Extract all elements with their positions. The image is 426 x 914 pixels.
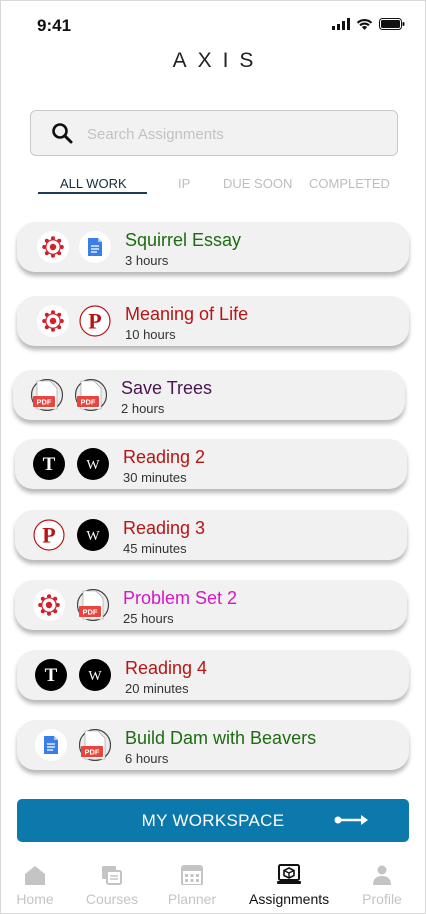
profile-icon xyxy=(373,865,391,885)
my-workspace-button[interactable]: MY WORKSPACE xyxy=(17,799,409,842)
assignment-duration: 10 hours xyxy=(125,327,176,342)
nyt-icon: T xyxy=(35,659,67,691)
nav-label-courses: Courses xyxy=(85,891,139,907)
app-brand: AXIS xyxy=(172,49,265,72)
svg-text:T: T xyxy=(43,454,56,475)
search-input[interactable] xyxy=(85,121,379,147)
assignment-card[interactable]: T W Reading 4 20 minutes xyxy=(17,650,409,700)
pdf-icon: PDF xyxy=(31,379,63,411)
tab-all-work[interactable]: ALL WORK xyxy=(60,176,127,191)
status-icons xyxy=(332,18,405,30)
search-icon xyxy=(52,123,73,144)
nav-item-home[interactable]: Home xyxy=(1,859,75,907)
svg-text:PDF: PDF xyxy=(83,608,98,617)
nyt-icon: T xyxy=(33,448,65,480)
svg-text:W: W xyxy=(86,458,100,473)
canvas-icon xyxy=(37,305,69,337)
assignment-duration: 30 minutes xyxy=(123,470,187,485)
wifi-icon xyxy=(356,18,373,30)
svg-text:P: P xyxy=(42,523,55,548)
assignment-duration: 6 hours xyxy=(125,751,169,766)
pdf-icon: PDF xyxy=(79,729,111,761)
nav-label-home: Home xyxy=(16,891,54,907)
wikipedia-icon: W xyxy=(79,659,111,691)
assignment-duration: 20 minutes xyxy=(125,681,189,696)
wikipedia-icon: W xyxy=(77,448,109,480)
assignment-duration: 25 hours xyxy=(123,611,174,626)
assignment-title: Squirrel Essay xyxy=(125,230,242,250)
courses-icon xyxy=(102,866,122,885)
nav-label-assignments: Assignments xyxy=(249,891,330,907)
assignment-title: Meaning of Life xyxy=(125,304,249,324)
assignment-duration: 45 minutes xyxy=(123,541,187,556)
assignment-card[interactable]: PDF PDF Save Trees 2 hours xyxy=(13,370,405,420)
svg-text:W: W xyxy=(88,669,102,684)
assignment-title: Build Dam with Beavers xyxy=(125,728,317,748)
arrow-right-icon xyxy=(334,815,368,825)
assignment-card[interactable]: PDF Problem Set 2 25 hours xyxy=(15,580,407,630)
nav-item-assignments[interactable]: Assignments xyxy=(249,859,329,907)
canvas-icon xyxy=(33,589,65,621)
home-icon xyxy=(25,866,45,885)
canvas-icon xyxy=(37,231,69,263)
search-bar[interactable] xyxy=(30,110,398,156)
svg-text:T: T xyxy=(45,665,58,686)
pdf-icon: PDF xyxy=(77,589,109,621)
google-docs-icon xyxy=(35,729,67,761)
bottom-nav: Home Courses Planner Assignments Profile xyxy=(1,859,425,913)
assignment-card[interactable]: P W Reading 3 45 minutes xyxy=(15,510,407,560)
assignment-card[interactable]: Squirrel Essay 3 hours xyxy=(17,222,409,272)
nav-item-courses[interactable]: Courses xyxy=(72,859,152,907)
active-tab-underline xyxy=(38,192,147,194)
assignment-title: Reading 3 xyxy=(123,518,206,538)
tab-due-soon[interactable]: DUE SOON xyxy=(223,176,292,191)
assignment-title: Problem Set 2 xyxy=(123,588,238,608)
pdf-icon: PDF xyxy=(75,379,107,411)
assignment-card[interactable]: PDF Build Dam with Beavers 6 hours xyxy=(17,720,409,770)
assignment-card[interactable]: P Meaning of Life 10 hours xyxy=(17,296,409,346)
phone-screen: 9:41 AXIS ALL WORK IP DUE SOON COMPLETED… xyxy=(0,0,426,914)
svg-text:PDF: PDF xyxy=(37,398,52,407)
pearson-icon: P xyxy=(33,519,65,551)
status-bar: 9:41 xyxy=(1,1,425,49)
assignment-title: Reading 4 xyxy=(125,658,208,678)
status-time: 9:41 xyxy=(37,16,72,35)
assignment-card[interactable]: T W Reading 2 30 minutes xyxy=(15,439,407,489)
svg-text:W: W xyxy=(86,529,100,544)
workspace-label: MY WORKSPACE xyxy=(141,811,285,830)
assignment-title: Save Trees xyxy=(121,378,213,398)
wikipedia-icon: W xyxy=(77,519,109,551)
assignment-duration: 2 hours xyxy=(121,401,165,416)
battery-icon xyxy=(379,18,405,30)
nav-item-profile[interactable]: Profile xyxy=(342,859,422,907)
tab-completed[interactable]: COMPLETED xyxy=(309,176,390,191)
pearson-icon: P xyxy=(79,305,111,337)
planner-icon xyxy=(181,865,203,885)
tab-ip[interactable]: IP xyxy=(178,176,190,191)
svg-text:PDF: PDF xyxy=(85,748,100,757)
nav-label-profile: Profile xyxy=(362,891,402,907)
nav-label-planner: Planner xyxy=(167,891,217,907)
filter-tabs: ALL WORK IP DUE SOON COMPLETED xyxy=(1,173,425,197)
cellular-signal-icon xyxy=(332,18,350,30)
nav-item-planner[interactable]: Planner xyxy=(152,859,232,907)
google-docs-icon xyxy=(79,231,111,263)
svg-text:PDF: PDF xyxy=(81,398,96,407)
svg-text:P: P xyxy=(88,309,101,334)
assignment-duration: 3 hours xyxy=(125,253,169,268)
assignments-icon xyxy=(277,864,301,884)
assignment-title: Reading 2 xyxy=(123,447,206,467)
